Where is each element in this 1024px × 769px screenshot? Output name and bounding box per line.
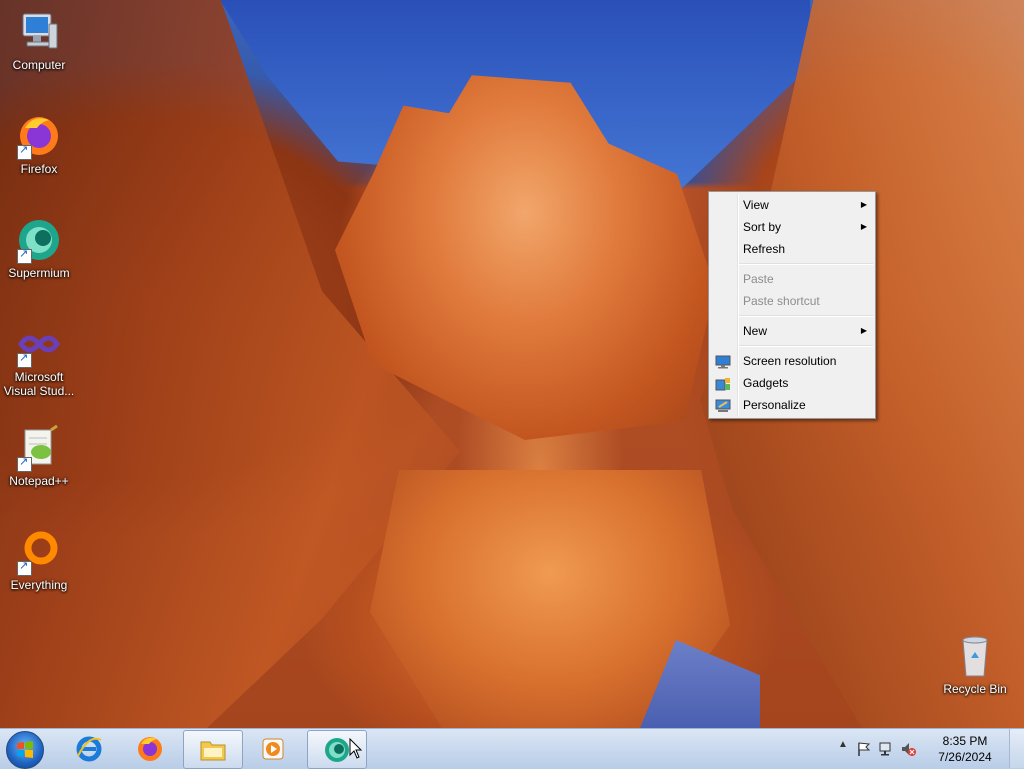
shortcut-arrow-icon [17,455,32,472]
menu-item-label: Paste shortcut [743,294,820,308]
mouse-cursor-icon [349,738,363,759]
desktop-icon-label: Everything [10,578,68,592]
visual-studio-icon [15,320,63,368]
menu-item-paste-shortcut[interactable]: Paste shortcut [709,290,875,312]
supermium-icon [15,216,63,264]
submenu-arrow-icon: ▶ [860,326,867,335]
desktop-icon-notepadpp[interactable]: Notepad++ [0,424,78,488]
personalize-icon [715,398,731,412]
menu-item-label: View [743,198,769,212]
menu-item-view[interactable]: View ▶ [709,194,875,216]
system-clock[interactable]: 8:35 PM 7/26/2024 [930,733,1000,765]
menu-item-label: Refresh [743,242,786,256]
notepadpp-icon [15,424,63,472]
everything-icon [15,528,63,576]
menu-item-sort-by[interactable]: Sort by ▶ [709,216,875,238]
desktop-icon-visual-studio[interactable]: Microsoft Visual Stud... [0,320,78,398]
menu-separator [739,263,873,265]
gadgets-icon [715,376,731,391]
menu-item-label: New [743,324,768,338]
desktop-icon-supermium[interactable]: Supermium [0,216,78,280]
recycle-bin-icon [951,632,999,680]
desktop-icon-label: Notepad++ [9,474,69,488]
menu-item-screen-resolution[interactable]: Screen resolution [709,350,875,372]
volume-muted-icon[interactable] [900,741,916,757]
taskbar: ▲ 8:35 PM 7/26/2024 [0,728,1024,769]
notification-area: ▲ 8:35 PM 7/26/2024 [834,729,1024,769]
network-icon[interactable] [878,741,894,757]
desktop-icon-label: Firefox [20,162,58,176]
desktop-icon-everything[interactable]: Everything [0,528,78,592]
menu-item-label: Personalize [743,398,806,412]
menu-item-refresh[interactable]: Refresh [709,238,875,260]
shortcut-arrow-icon [17,559,32,576]
action-center-flag-icon[interactable] [856,741,872,757]
taskbar-firefox[interactable] [121,730,179,767]
desktop-icon-recycle-bin[interactable]: Recycle Bin [936,632,1014,696]
desktop-context-menu: View ▶ Sort by ▶ Refresh Paste Paste sho… [708,191,876,419]
firefox-icon [15,112,63,160]
menu-item-label: Paste [743,272,774,286]
taskbar-media-player[interactable] [244,730,302,767]
supermium-icon [325,738,349,762]
shortcut-arrow-icon [17,351,32,368]
menu-item-new[interactable]: New ▶ [709,320,875,342]
menu-item-gadgets[interactable]: Gadgets [709,372,875,394]
monitor-icon [715,354,731,369]
menu-item-label: Screen resolution [743,354,837,368]
windows-logo-icon [17,741,33,758]
taskbar-file-explorer[interactable] [183,730,243,769]
show-hidden-icons-icon[interactable]: ▲ [838,739,854,755]
submenu-arrow-icon: ▶ [860,222,867,231]
desktop-icon-computer[interactable]: Computer [0,8,78,72]
show-desktop-button[interactable] [1009,729,1024,768]
submenu-arrow-icon: ▶ [860,200,867,209]
clock-time: 8:35 PM [942,734,988,748]
desktop-icon-firefox[interactable]: Firefox [0,112,78,176]
taskbar-internet-explorer[interactable] [60,730,118,767]
desktop-icon-label: Recycle Bin [943,682,1007,696]
desktop-icon-label: Supermium [8,266,70,280]
menu-separator [739,315,873,317]
shortcut-arrow-icon [17,247,32,264]
firefox-icon [138,737,162,761]
folder-icon [200,741,226,761]
clock-date: 7/26/2024 [938,750,992,764]
menu-item-personalize[interactable]: Personalize [709,394,875,416]
menu-separator [739,345,873,347]
desktop-icon-label: Computer [12,58,66,72]
menu-item-paste[interactable]: Paste [709,268,875,290]
desktop-icon-label: Microsoft Visual Stud... [3,370,75,398]
media-player-icon [262,738,284,760]
menu-item-label: Gadgets [743,376,789,390]
internet-explorer-icon [76,736,102,762]
menu-item-label: Sort by [743,220,782,234]
start-button[interactable] [6,731,44,769]
shortcut-arrow-icon [17,143,32,160]
computer-icon [15,8,63,56]
